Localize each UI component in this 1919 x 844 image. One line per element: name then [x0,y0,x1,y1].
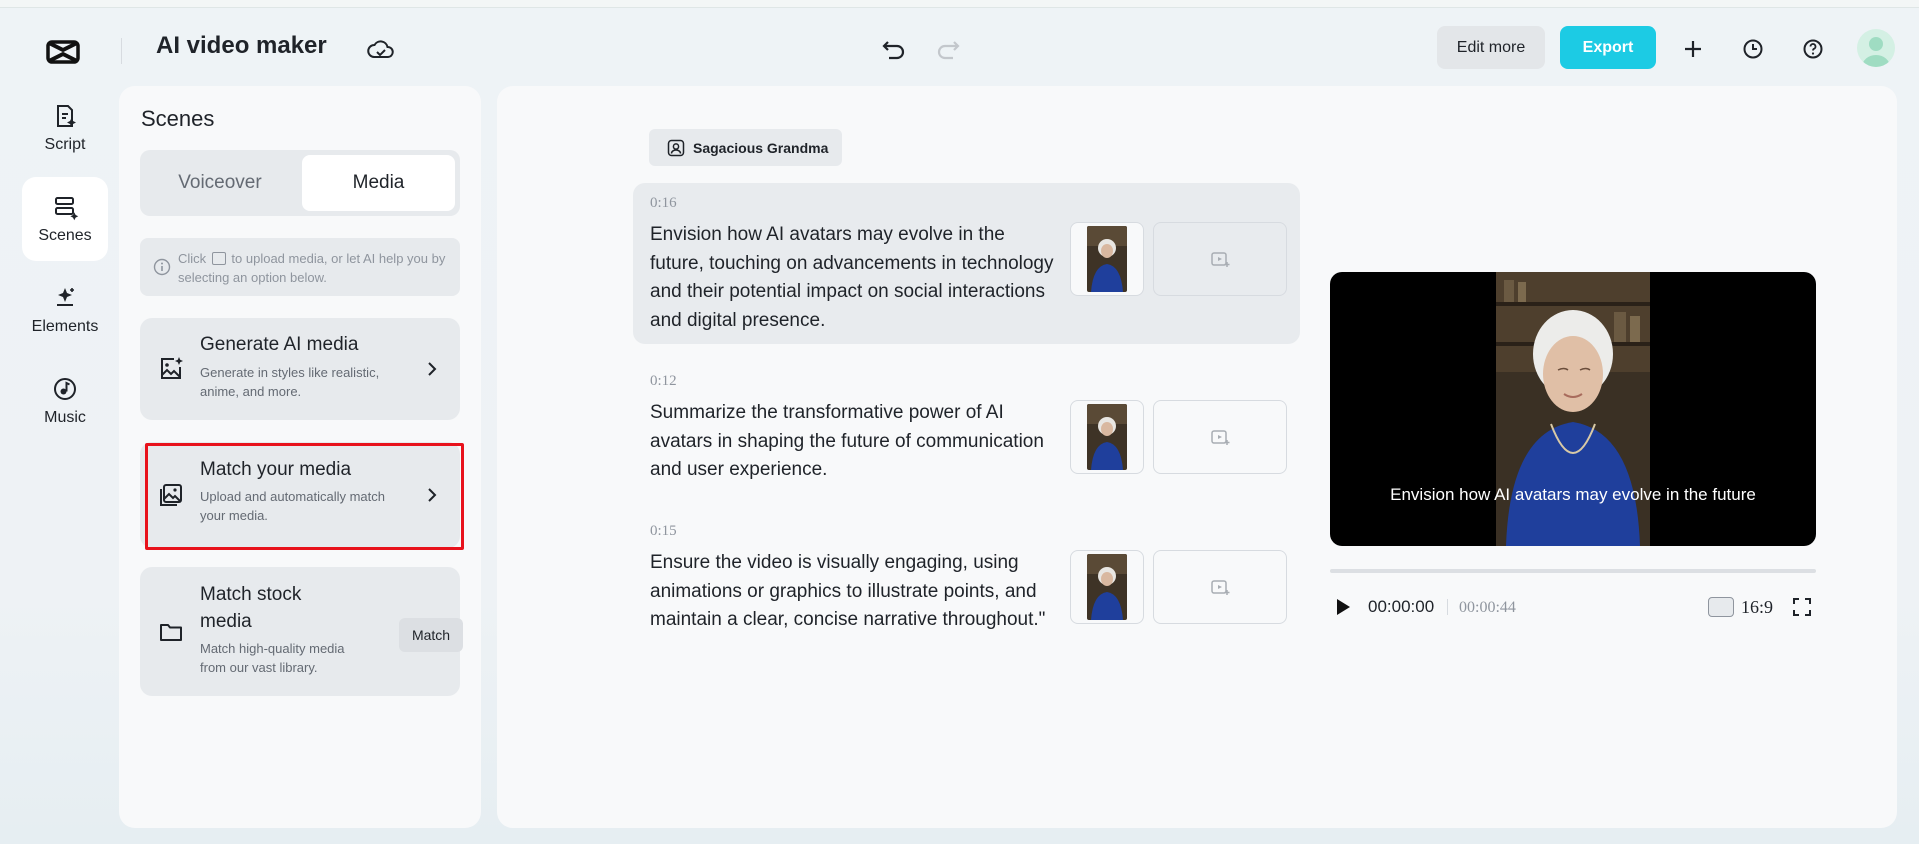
plus-icon[interactable] [1680,36,1706,62]
scene-thumbnail[interactable] [1070,550,1144,624]
ai-image-icon [161,357,183,379]
voiceover-media-switch: Voiceover Media [140,150,460,216]
hint-text-start: Click [178,251,207,266]
video-subtitle: Envision how AI avatars may evolve in th… [1390,485,1756,504]
video-preview[interactable]: Envision how AI avatars may evolve in th… [1330,272,1816,546]
scene-item[interactable]: 0:12 Summarize the transformative power … [633,361,1300,491]
add-video-icon [1211,252,1230,267]
aspect-ratio-icon[interactable] [1708,597,1734,617]
grandma-avatar-video-frame [1496,272,1650,546]
scene-script[interactable]: Envision how AI avatars may evolve in th… [650,221,1060,335]
info-icon [153,258,171,276]
edit-more-button[interactable]: Edit more [1437,26,1545,69]
add-video-icon [1211,430,1230,445]
match-button[interactable]: Match [399,618,463,652]
capcut-logo-icon[interactable] [45,34,81,70]
app-header: AI video maker Edit more Export [0,8,1919,86]
script-editor: Sagacious Grandma 0:16 Envision how AI a… [497,86,1897,828]
highlight-box [145,443,464,550]
aspect-ratio-label[interactable]: 16:9 [1741,597,1773,618]
tab-voiceover[interactable]: Voiceover [140,150,300,216]
scenes-icon [55,197,79,221]
add-media-slot[interactable] [1153,400,1287,474]
avatar-tag[interactable]: Sagacious Grandma [649,129,842,166]
chevron-right-icon [428,362,437,376]
scene-item[interactable]: 0:15 Ensure the video is visually engagi… [633,511,1300,641]
folder-icon [160,624,182,641]
fullscreen-icon[interactable] [1791,596,1813,618]
scene-item[interactable]: 0:16 Envision how AI avatars may evolve … [633,183,1300,344]
avatar-name: Sagacious Grandma [693,139,829,156]
rail-item-scenes[interactable]: Scenes [22,177,108,261]
grandma-thumbnail-image [1087,554,1127,620]
script-icon [57,105,76,127]
current-time: 00:00:00 [1368,597,1435,616]
match-stock-media-card[interactable]: Match stock media Match high-quality med… [140,567,463,696]
card-title: Generate AI media [200,334,359,355]
top-strip [0,0,1919,8]
generate-ai-media-card[interactable]: Generate AI media Generate in styles lik… [140,318,460,420]
card-description: Generate in styles like realistic, anime… [200,365,380,399]
playback-progress-bar[interactable] [1330,569,1816,573]
tab-media[interactable]: Media [302,155,455,211]
scene-duration: 0:15 [650,523,677,539]
header-divider [121,38,122,64]
time-divider [1447,599,1448,615]
upload-media-icon[interactable] [211,252,226,265]
add-media-slot[interactable] [1153,550,1287,624]
user-avatar[interactable] [1857,29,1895,67]
grandma-thumbnail-image [1087,404,1127,470]
card-title: Match stock media [200,584,302,632]
scene-thumbnail[interactable] [1070,222,1144,296]
help-icon[interactable] [1800,36,1826,62]
upload-hint: Click to upload media, or let AI help yo… [140,238,460,296]
rail-item-elements[interactable]: Elements [22,268,108,352]
rail-label-scenes: Scenes [38,227,92,244]
grandma-thumbnail-image [1087,226,1127,292]
rail-label-elements: Elements [31,318,99,335]
add-video-icon [1211,580,1230,595]
rail-label-script: Script [44,136,86,153]
panel-title: Scenes [141,106,215,131]
history-icon[interactable] [1740,36,1766,62]
card-description: Match high-quality media from our vast l… [200,641,345,675]
rail-item-music[interactable]: Music [22,359,108,443]
hint-text: Click to upload media, or let AI help yo… [178,249,456,287]
scene-duration: 0:12 [650,373,677,389]
add-media-slot[interactable] [1153,222,1287,296]
export-button[interactable]: Export [1560,26,1656,69]
app-title: AI video maker [156,32,327,59]
elements-icon [57,288,74,306]
scene-script[interactable]: Summarize the transformative power of AI… [650,399,1060,485]
undo-icon[interactable] [879,34,909,64]
rail-label-music: Music [44,409,86,426]
music-icon [54,378,76,400]
total-time: 00:00:44 [1459,599,1516,616]
scene-thumbnail[interactable] [1070,400,1144,474]
redo-icon[interactable] [933,34,963,64]
scene-duration: 0:16 [650,195,677,211]
cloud-sync-icon[interactable] [366,35,396,65]
rail-item-script[interactable]: Script [22,86,108,170]
play-icon[interactable] [1333,597,1353,617]
scene-script[interactable]: Ensure the video is visually engaging, u… [650,549,1070,635]
avatar-icon [667,139,685,156]
